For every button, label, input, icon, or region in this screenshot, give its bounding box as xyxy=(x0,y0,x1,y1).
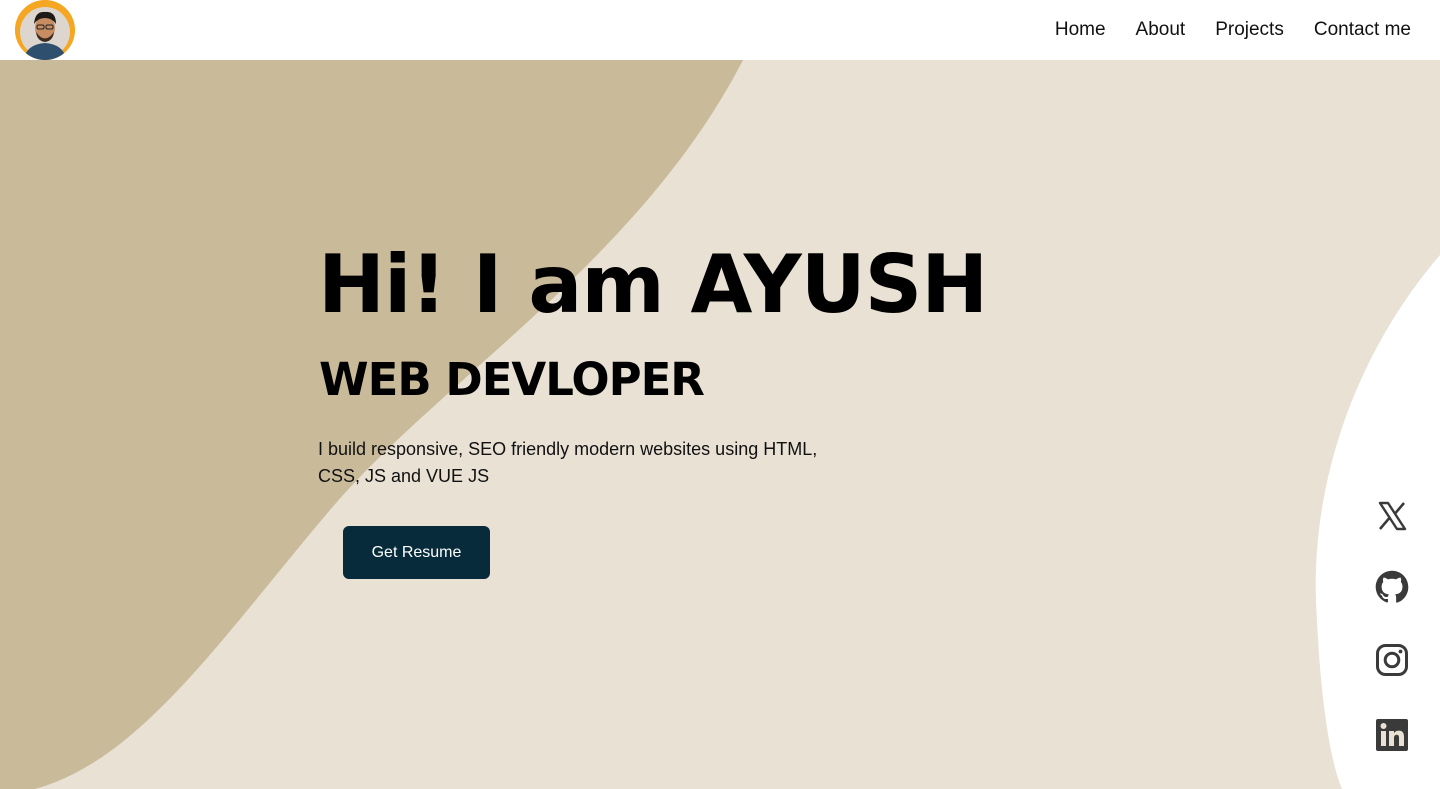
instagram-icon xyxy=(1376,644,1408,676)
nav-link-about[interactable]: About xyxy=(1136,18,1186,42)
nav-menu: Home About Projects Contact me xyxy=(1055,18,1411,42)
linkedin-link[interactable] xyxy=(1372,715,1412,755)
hero-section: Hi! I am AYUSH WEB DEVLOPER I build resp… xyxy=(0,60,1440,789)
portfolio-page: Home About Projects Contact me Hi! I am … xyxy=(0,0,1440,789)
linkedin-icon xyxy=(1376,719,1408,751)
hero-subtitle: WEB DEVLOPER xyxy=(319,353,705,406)
hero-title: Hi! I am AYUSH xyxy=(318,238,988,331)
navbar: Home About Projects Contact me xyxy=(0,0,1440,60)
nav-link-contact[interactable]: Contact me xyxy=(1314,18,1411,42)
instagram-link[interactable] xyxy=(1372,640,1412,680)
github-link[interactable] xyxy=(1372,567,1412,607)
avatar[interactable] xyxy=(15,0,75,60)
x-icon xyxy=(1378,501,1407,531)
get-resume-button[interactable]: Get Resume xyxy=(343,526,490,579)
hero-background xyxy=(0,60,1440,789)
hero-description: I build responsive, SEO friendly modern … xyxy=(318,439,818,486)
nav-link-projects[interactable]: Projects xyxy=(1215,18,1284,42)
x-link[interactable] xyxy=(1372,496,1412,536)
nav-link-home[interactable]: Home xyxy=(1055,18,1106,42)
github-icon xyxy=(1375,570,1409,603)
